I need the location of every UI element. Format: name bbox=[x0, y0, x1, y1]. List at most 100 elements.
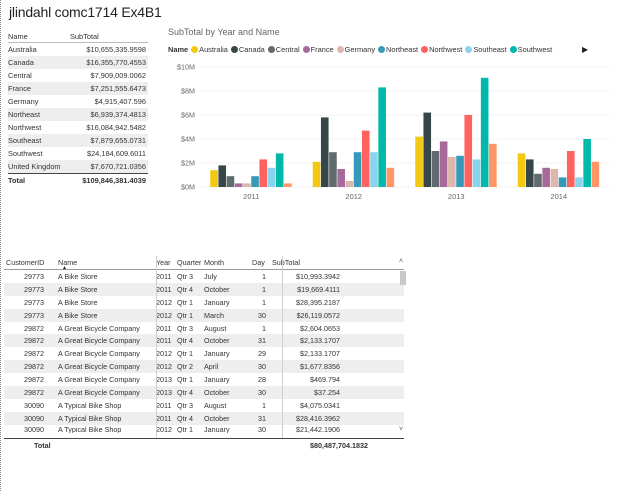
bar-northwest-2014[interactable] bbox=[566, 151, 575, 187]
legend-item[interactable]: Australia bbox=[191, 45, 228, 54]
summary-table[interactable]: Name SubTotal Australia $10,655,335.9598 C… bbox=[8, 30, 148, 187]
table-row[interactable]: United Kingdom $7,670,721.0356 bbox=[8, 160, 148, 173]
table-row[interactable]: 29872 A Great Bicycle Company 2012 Qtr 2 Apr… bbox=[4, 360, 404, 374]
bar-canada-2014[interactable] bbox=[525, 159, 534, 187]
legend-swatch bbox=[509, 46, 517, 53]
bar-france-2011[interactable] bbox=[234, 183, 243, 187]
legend-item[interactable]: France bbox=[302, 45, 334, 54]
bar-australia-2013[interactable] bbox=[415, 136, 423, 187]
bar-canada-2013[interactable] bbox=[423, 112, 432, 187]
cell-quarter: Qtr 3 bbox=[177, 400, 193, 410]
bar-united-kingdom-2012[interactable] bbox=[386, 167, 395, 187]
table-row[interactable]: 29872 A Great Bicycle Company 2012 Qtr 1 Jan… bbox=[4, 347, 404, 360]
cell-subtotal: $7,251,555.6473 bbox=[90, 84, 146, 93]
column-header-subtotal[interactable]: SubTotal bbox=[70, 32, 148, 41]
bar-northeast-2013[interactable] bbox=[456, 155, 464, 187]
table-row[interactable]: 29872 A Great Bicycle Company 2013 Qtr 1 Jan… bbox=[4, 373, 404, 386]
bar-germany-2011[interactable] bbox=[243, 183, 251, 187]
column-header-name[interactable]: Name bbox=[52, 258, 152, 267]
legend-item[interactable]: Canada bbox=[230, 45, 265, 54]
bar-southwest-2013[interactable] bbox=[480, 77, 489, 187]
table-row[interactable]: Northeast $6,939,374.4813 bbox=[8, 108, 148, 121]
cell-day: 1 bbox=[262, 400, 266, 410]
legend-item[interactable]: Northwest bbox=[421, 45, 462, 54]
bar-central-2014[interactable] bbox=[534, 173, 542, 187]
bar-france-2013[interactable] bbox=[439, 141, 448, 187]
legend-item[interactable]: Central bbox=[267, 45, 300, 54]
cell-name: Canada bbox=[8, 58, 34, 67]
table-row[interactable]: 29872 A Great Bicycle Company 2011 Qtr 4 Oct… bbox=[4, 334, 404, 348]
bar-northeast-2011[interactable] bbox=[251, 176, 259, 187]
column-header-month[interactable]: Month bbox=[204, 258, 242, 267]
table-row[interactable]: Central $7,909,009.0062 bbox=[8, 69, 148, 82]
legend-item[interactable]: Northeast bbox=[378, 45, 418, 54]
column-header-customerid[interactable]: CustomerID bbox=[4, 258, 52, 267]
bar-southeast-2013[interactable] bbox=[472, 159, 481, 187]
table-row[interactable]: 30090 A Typical Bike Shop 2011 Qtr 4 October… bbox=[4, 411, 404, 425]
bar-germany-2014[interactable] bbox=[550, 169, 559, 187]
legend-label: Northwest bbox=[429, 45, 463, 54]
bar-northwest-2013[interactable] bbox=[464, 115, 473, 187]
bar-canada-2011[interactable] bbox=[218, 165, 227, 187]
bar-australia-2014[interactable] bbox=[517, 153, 526, 187]
sort-ascending-icon[interactable]: ▲ bbox=[62, 265, 67, 271]
bar-southeast-2014[interactable] bbox=[575, 177, 583, 187]
column-header-day[interactable]: Day bbox=[242, 258, 272, 267]
table-row[interactable]: France $7,251,555.6473 bbox=[8, 82, 148, 95]
bar-united-kingdom-2011[interactable] bbox=[284, 183, 292, 187]
y-tick-label: $2M bbox=[181, 159, 195, 168]
table-row[interactable]: Southwest $24,184,609.6011 bbox=[8, 147, 148, 160]
bar-central-2013[interactable] bbox=[431, 151, 440, 187]
table-row[interactable]: 29872 A Great Bicycle Company 2013 Qtr 4 Oct… bbox=[4, 386, 404, 399]
scroll-thumb[interactable] bbox=[400, 271, 406, 285]
bar-northwest-2011[interactable] bbox=[259, 159, 268, 187]
bar-chart[interactable]: $0M $2M $4M $6M $8M $10M 2011 2012 2013 2014 bbox=[160, 56, 620, 206]
bar-northeast-2014[interactable] bbox=[558, 177, 567, 187]
table-row[interactable]: Australia $10,655,335.9598 bbox=[8, 43, 148, 56]
bar-southeast-2012[interactable] bbox=[370, 152, 378, 187]
table-row[interactable]: Southeast $7,879,655.0731 bbox=[8, 134, 148, 147]
bar-southwest-2014[interactable] bbox=[583, 139, 591, 187]
legend-next-icon[interactable]: ▶ bbox=[582, 45, 588, 54]
cell-name: A Great Bicycle Company bbox=[58, 336, 140, 346]
legend-item[interactable]: Southwest bbox=[509, 45, 552, 54]
bar-australia-2011[interactable] bbox=[210, 170, 218, 187]
cell-month: January bbox=[204, 297, 230, 307]
bar-france-2012[interactable] bbox=[337, 169, 345, 187]
bar-germany-2013[interactable] bbox=[448, 157, 456, 187]
bar-southeast-2011[interactable] bbox=[267, 167, 276, 187]
table-row[interactable]: 30090 A Typical Bike Shop 2011 Qtr 3 August 1… bbox=[4, 399, 404, 412]
bar-united-kingdom-2013[interactable] bbox=[489, 143, 497, 187]
bar-germany-2012[interactable] bbox=[345, 181, 354, 187]
bar-australia-2012[interactable] bbox=[312, 161, 321, 187]
bar-southwest-2012[interactable] bbox=[378, 87, 386, 187]
bar-northwest-2012[interactable] bbox=[361, 130, 370, 187]
bar-southwest-2011[interactable] bbox=[275, 153, 284, 187]
table-row[interactable]: 29773 A Bike Store 2012 Qtr 1 March 30 $26,119… bbox=[4, 308, 404, 322]
table-row[interactable]: 29773 A Bike Store 2011 Qtr 4 October 1 $19,66… bbox=[4, 282, 404, 296]
table-row[interactable]: 29773 A Bike Store 2011 Qtr 3 July 1 $10,993.3… bbox=[4, 270, 404, 283]
table-row[interactable]: Northwest $16,084,942.5482 bbox=[8, 121, 148, 134]
cell-name: A Typical Bike Shop bbox=[58, 424, 122, 433]
table-row[interactable]: Canada $16,355,770.4553 bbox=[8, 56, 148, 69]
bar-central-2011[interactable] bbox=[226, 176, 235, 187]
bar-central-2012[interactable] bbox=[329, 152, 337, 187]
bar-france-2014[interactable] bbox=[542, 167, 550, 187]
bar-united-kingdom-2014[interactable] bbox=[591, 161, 600, 187]
detail-table[interactable]: CustomerID Name Year Quarter Month Day S… bbox=[4, 256, 404, 452]
bar-canada-2012[interactable] bbox=[320, 117, 329, 187]
table-row[interactable]: 30090 A Typical Bike Shop 2012 Qtr 1 January… bbox=[4, 425, 404, 433]
cell-name: Southeast bbox=[8, 136, 42, 145]
chevron-down-icon[interactable]: ˅ bbox=[399, 426, 403, 433]
bar-northeast-2012[interactable] bbox=[353, 152, 362, 187]
legend-item[interactable]: Southeast bbox=[465, 45, 507, 54]
table-row[interactable]: 29773 A Bike Store 2012 Qtr 1 January 1 $28,39… bbox=[4, 296, 404, 309]
table-row[interactable]: 29872 A Great Bicycle Company 2011 Qtr 3 Aug… bbox=[4, 322, 404, 335]
legend-item[interactable]: Germany bbox=[336, 45, 375, 54]
column-header-quarter[interactable]: Quarter bbox=[177, 258, 204, 267]
chevron-up-icon[interactable]: ˄ bbox=[399, 258, 403, 265]
table-row[interactable]: Germany $4,915,407.596 bbox=[8, 95, 148, 108]
column-header-name[interactable]: Name bbox=[8, 32, 70, 41]
detail-table-scrollbar[interactable]: ˄ ˅ bbox=[398, 256, 408, 438]
cell-name: Australia bbox=[8, 45, 37, 54]
